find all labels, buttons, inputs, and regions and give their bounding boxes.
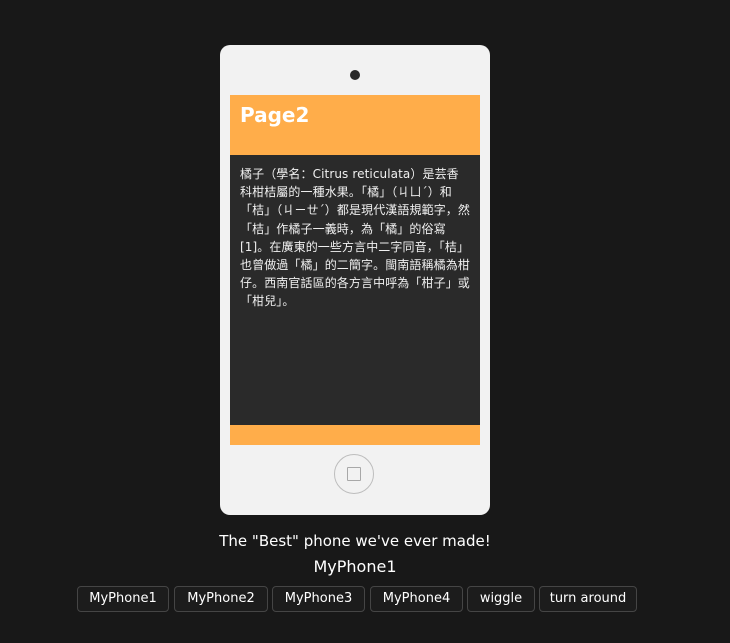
home-button[interactable] bbox=[334, 454, 374, 494]
home-square-icon bbox=[347, 467, 361, 481]
tagline: The "Best" phone we've ever made! bbox=[219, 532, 491, 550]
phone-mockup: Page2 橘子（學名：Citrus reticulata）是芸香科柑桔屬的一種… bbox=[220, 45, 490, 515]
myphone3-button[interactable]: MyPhone3 bbox=[272, 586, 365, 612]
myphone4-button[interactable]: MyPhone4 bbox=[370, 586, 463, 612]
model-name: MyPhone1 bbox=[313, 557, 397, 576]
myphone1-button[interactable]: MyPhone1 bbox=[77, 586, 169, 612]
myphone2-button[interactable]: MyPhone2 bbox=[174, 586, 268, 612]
wiggle-button[interactable]: wiggle bbox=[467, 586, 535, 612]
screen-title: Page2 bbox=[240, 103, 310, 127]
screen-footer bbox=[230, 425, 480, 445]
camera-icon bbox=[350, 70, 360, 80]
screen-header: Page2 bbox=[230, 95, 480, 155]
phone-screen: Page2 橘子（學名：Citrus reticulata）是芸香科柑桔屬的一種… bbox=[230, 95, 480, 445]
screen-body-text: 橘子（學名：Citrus reticulata）是芸香科柑桔屬的一種水果。「橘」… bbox=[240, 167, 471, 309]
turn-around-button[interactable]: turn around bbox=[539, 586, 637, 612]
page: Page2 橘子（學名：Citrus reticulata）是芸香科柑桔屬的一種… bbox=[0, 0, 730, 643]
